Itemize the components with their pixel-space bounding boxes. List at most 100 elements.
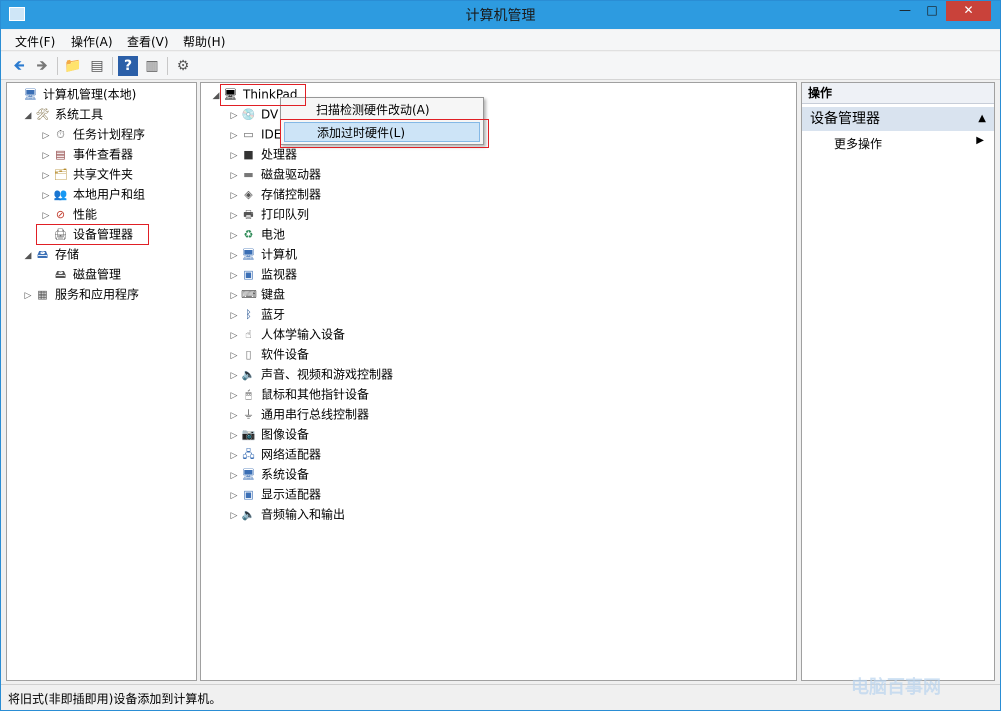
- expand-icon[interactable]: ▷: [227, 426, 241, 446]
- device-category[interactable]: ▷ ☝ 人体学输入设备: [227, 324, 345, 344]
- tree-item[interactable]: ▷ 🗂 共享文件夹: [39, 164, 133, 184]
- device-category[interactable]: ▷ 🖥 计算机: [227, 244, 297, 264]
- expand-icon[interactable]: ▷: [227, 406, 241, 426]
- expand-icon[interactable]: ▷: [227, 446, 241, 466]
- device-category-icon: ▯: [245, 347, 252, 361]
- tree-item[interactable]: ▷ 👥 本地用户和组: [39, 184, 145, 204]
- back-arrow-icon[interactable]: 🡸: [9, 56, 29, 76]
- device-category[interactable]: ▷ 🔈 声音、视频和游戏控制器: [227, 364, 393, 384]
- tree-item-icon: 🗂: [53, 167, 68, 181]
- console-tree-pane: 🖥 计算机管理(本地) ◢ 🛠 系统工具 ▷ ⏱ 任务计划程序 ▷ ▤ 事件查看器 ▷ 🗂 共享文件夹 ▷ 👥…: [6, 82, 197, 681]
- tree-item[interactable]: ▷ ⏱ 任务计划程序: [39, 124, 145, 144]
- expand-icon[interactable]: ▷: [227, 126, 241, 146]
- expand-icon[interactable]: ▷: [227, 346, 241, 366]
- device-category-label: 鼠标和其他指针设备: [261, 387, 370, 402]
- tree-item[interactable]: ▷ ⊘ 性能: [39, 204, 97, 224]
- scan-hardware-icon[interactable]: ⚙: [173, 56, 193, 76]
- device-category[interactable]: ▷ ▣ 显示适配器: [227, 484, 321, 504]
- device-category-label: 软件设备: [261, 347, 310, 362]
- expand-icon[interactable]: ▷: [227, 166, 241, 186]
- expand-icon[interactable]: ▷: [21, 286, 35, 306]
- expand-icon[interactable]: ▷: [227, 306, 241, 326]
- device-category-icon: ▣: [243, 487, 254, 501]
- device-category[interactable]: ▷ ▬ 磁盘驱动器: [227, 164, 321, 184]
- toolbar-separator: [167, 57, 168, 75]
- forward-arrow-icon[interactable]: 🡺: [32, 56, 52, 76]
- menu-item-scan-hardware[interactable]: 扫描检测硬件改动(A): [284, 100, 480, 120]
- device-category-icon: ■: [243, 147, 254, 161]
- expand-icon[interactable]: ▷: [227, 386, 241, 406]
- device-category-icon: ⏚: [243, 407, 254, 421]
- expand-icon[interactable]: ▷: [39, 126, 53, 146]
- expand-icon[interactable]: ▷: [39, 146, 53, 166]
- submenu-arrow-icon[interactable]: ▶: [976, 135, 984, 146]
- device-category[interactable]: ▷ ▯ 软件设备: [227, 344, 309, 364]
- expand-icon[interactable]: ▷: [227, 486, 241, 506]
- expand-icon[interactable]: ▷: [227, 466, 241, 486]
- expand-icon[interactable]: ▷: [227, 226, 241, 246]
- menu-help[interactable]: 帮助(H): [183, 33, 225, 50]
- tree-item[interactable]: 🖥 计算机管理(本地): [9, 84, 137, 104]
- expand-icon[interactable]: ▷: [227, 266, 241, 286]
- expand-icon[interactable]: ▷: [227, 106, 241, 126]
- tree-item-icon: ▦: [37, 287, 48, 301]
- expand-icon[interactable]: ▷: [227, 146, 241, 166]
- device-category[interactable]: ▷ 🖶 打印队列: [227, 204, 309, 224]
- expand-icon[interactable]: ▷: [39, 186, 53, 206]
- device-category[interactable]: ▷ ⌨ 键盘: [227, 284, 285, 304]
- device-category[interactable]: ▷ ⏚ 通用串行总线控制器: [227, 404, 369, 424]
- device-category[interactable]: ▷ ◈ 存储控制器: [227, 184, 321, 204]
- device-category-label: 监视器: [261, 267, 298, 282]
- device-category-label: 磁盘驱动器: [261, 167, 322, 182]
- device-category[interactable]: ▷ 🖧 网络适配器: [227, 444, 321, 464]
- tree-item-icon: 👥: [53, 187, 68, 201]
- tree-item-label: 任务计划程序: [73, 127, 146, 142]
- maximize-button[interactable]: □: [919, 1, 945, 21]
- expand-icon[interactable]: ◢: [21, 106, 35, 126]
- expand-icon[interactable]: ▷: [227, 326, 241, 346]
- expand-icon[interactable]: ▷: [39, 206, 53, 226]
- device-category[interactable]: ▷ 🔈 音频输入和输出: [227, 504, 345, 524]
- tree-item[interactable]: 🖴 磁盘管理: [39, 264, 121, 284]
- tree-item[interactable]: ▷ ▤ 事件查看器: [39, 144, 133, 164]
- properties-icon[interactable]: ▤: [87, 56, 107, 76]
- menu-action[interactable]: 操作(A): [71, 33, 113, 50]
- highlight-add-legacy-hardware: [280, 119, 489, 148]
- expand-icon[interactable]: ▷: [39, 166, 53, 186]
- help-icon[interactable]: ?: [118, 56, 138, 76]
- expand-icon[interactable]: ◢: [21, 246, 35, 266]
- device-category[interactable]: ▷ ♻ 电池: [227, 224, 285, 244]
- device-category[interactable]: ▷ 📷 图像设备: [227, 424, 309, 444]
- show-hide-pane-icon[interactable]: ▥: [142, 56, 162, 76]
- actions-section-device-manager[interactable]: 设备管理器 ▲: [802, 107, 994, 131]
- expand-icon[interactable]: ▷: [227, 206, 241, 226]
- title-bar[interactable]: 计算机管理 — □ ✕: [1, 1, 1000, 29]
- device-category[interactable]: ▷ 💿 DV: [227, 104, 279, 126]
- device-category[interactable]: ▷ ▣ 监视器: [227, 264, 297, 284]
- minimize-button[interactable]: —: [892, 1, 918, 21]
- menu-bar: 文件(F) 操作(A) 查看(V) 帮助(H): [1, 30, 1000, 51]
- expand-icon[interactable]: ▷: [227, 186, 241, 206]
- device-category-icon: 💿: [241, 107, 256, 121]
- tree-item[interactable]: ▷ ▦ 服务和应用程序: [21, 284, 139, 304]
- expand-icon[interactable]: ▷: [227, 506, 241, 526]
- device-category[interactable]: ▷ 🖥 系统设备: [227, 464, 309, 484]
- device-category-label: 声音、视频和游戏控制器: [261, 367, 394, 382]
- device-category-label: 打印队列: [261, 207, 310, 222]
- tree-item[interactable]: ◢ 🖴 存储: [21, 244, 79, 264]
- device-category[interactable]: ▷ ▭ IDE: [227, 124, 282, 146]
- device-category[interactable]: ▷ ᛒ 蓝牙: [227, 304, 285, 324]
- expand-icon[interactable]: ▷: [227, 286, 241, 306]
- device-category-icon: ☝: [245, 327, 252, 341]
- device-category-icon: 🖶: [243, 207, 254, 221]
- up-folder-icon[interactable]: 📁: [63, 56, 83, 76]
- tree-item[interactable]: ◢ 🛠 系统工具: [21, 104, 103, 124]
- menu-file[interactable]: 文件(F): [15, 33, 55, 50]
- expand-icon[interactable]: ▷: [227, 366, 241, 386]
- device-category[interactable]: ▷ 🖱 鼠标和其他指针设备: [227, 384, 369, 404]
- close-button[interactable]: ✕: [946, 1, 991, 21]
- collapse-arrow-icon[interactable]: ▲: [978, 107, 986, 131]
- more-actions-link[interactable]: 更多操作: [834, 135, 882, 152]
- menu-view[interactable]: 查看(V): [127, 33, 169, 50]
- expand-icon[interactable]: ▷: [227, 246, 241, 266]
